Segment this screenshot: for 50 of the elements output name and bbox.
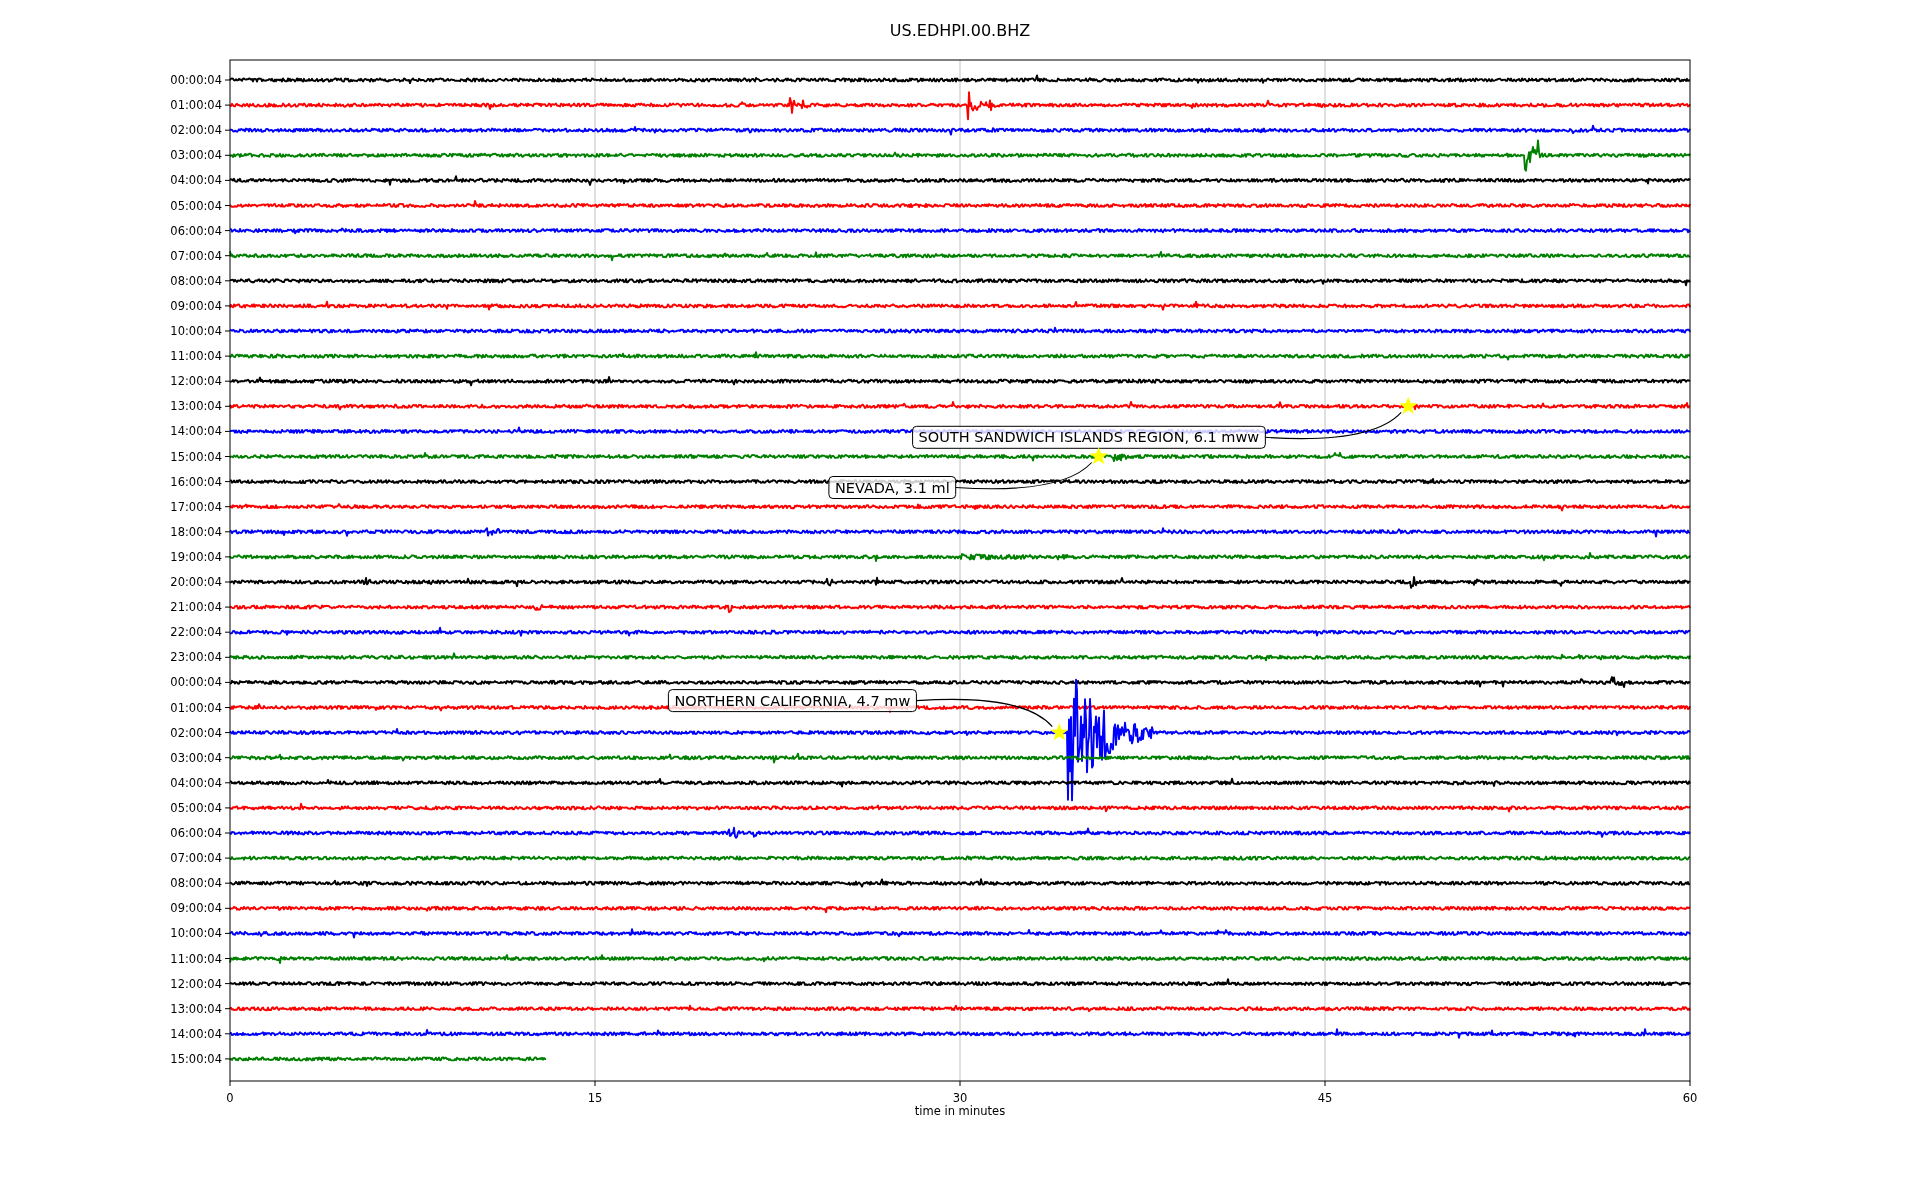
axis-tick-label: 21:00:04 [170, 600, 222, 615]
axis-tick-label: 08:00:04 [170, 876, 222, 891]
axis-tick-label: 16:00:04 [170, 474, 222, 489]
annotation-label: SOUTH SANDWICH ISLANDS REGION, 6.1 mww [912, 425, 1266, 449]
axis-tick-label: 11:00:04 [170, 951, 222, 966]
axis-tick-label: 02:00:04 [170, 123, 222, 138]
axis-tick-label: 13:00:04 [170, 399, 222, 414]
axis-tick-label: 15:00:04 [170, 449, 222, 464]
axis-tick-label: 30 [952, 1091, 968, 1105]
axis-tick-label: 04:00:04 [170, 775, 222, 790]
chart-title: US.EDHPI.00.BHZ [889, 21, 1031, 40]
axis-tick-label: 18:00:04 [170, 524, 222, 539]
axis-tick-label: 12:00:04 [170, 374, 222, 389]
axis-tick-label: 03:00:04 [170, 750, 222, 765]
axis-tick-label: 01:00:04 [170, 700, 222, 715]
axis-tick-label: 10:00:04 [170, 324, 222, 338]
axis-tick-label: 15:00:04 [170, 1051, 222, 1066]
axis-tick-label: 07:00:04 [170, 248, 222, 263]
annotation-label: NEVADA, 3.1 ml [828, 476, 957, 499]
annotation-label: NORTHERN CALIFORNIA, 4.7 mw [667, 689, 917, 713]
axis-tick-label: 06:00:04 [170, 223, 222, 238]
axis-tick-label: 19:00:04 [170, 549, 222, 564]
axis-tick-label: 05:00:04 [170, 800, 222, 815]
axis-tick-label: 11:00:04 [170, 349, 222, 364]
axis-tick-label: 10:00:04 [170, 926, 222, 941]
axis-tick-label: 45 [1317, 1091, 1333, 1105]
axis-tick-label: 09:00:04 [170, 901, 222, 916]
axis-tick-label: 14:00:04 [170, 1026, 222, 1041]
axis-tick-label: 14:00:04 [170, 424, 222, 439]
axis-tick-label: 20:00:04 [170, 575, 222, 589]
axis-tick-label: 08:00:04 [170, 273, 222, 288]
axis-tick-label: 03:00:04 [170, 148, 222, 163]
axis-tick-label: 05:00:04 [170, 198, 222, 213]
axis-tick-label: 12:00:04 [170, 976, 222, 991]
axis-tick-label: 60 [1682, 1091, 1698, 1105]
axis-tick-label: 04:00:04 [170, 173, 222, 188]
axis-tick-label: 0 [226, 1091, 234, 1105]
axis-tick-label: 23:00:04 [170, 650, 222, 665]
axis-tick-label: 07:00:04 [170, 851, 222, 866]
axis-tick-label: 00:00:04 [170, 675, 222, 690]
axis-tick-label: 01:00:04 [170, 98, 222, 113]
axis-tick-label: 06:00:04 [170, 826, 222, 840]
axis-title: time in minutes [914, 1104, 1006, 1118]
axis-tick-label: 13:00:04 [170, 1001, 222, 1016]
axis-tick-label: 00:00:04 [170, 73, 222, 87]
axis-tick-label: 02:00:04 [170, 725, 222, 740]
axis-tick-label: 15 [587, 1091, 603, 1105]
axis-tick-label: 17:00:04 [170, 499, 222, 514]
axis-tick-label: 22:00:04 [170, 625, 222, 640]
axis-tick-label: 09:00:04 [170, 298, 222, 313]
